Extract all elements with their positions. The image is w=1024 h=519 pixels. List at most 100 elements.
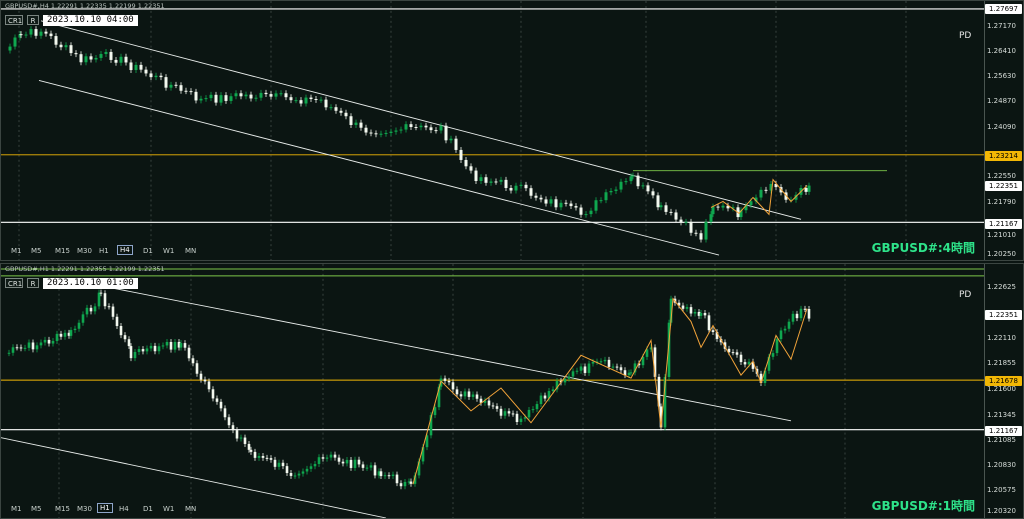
candle-body — [265, 457, 269, 459]
candle-body — [503, 411, 507, 416]
candle-body — [214, 94, 218, 103]
candle-body — [59, 44, 63, 48]
timeframe-m30[interactable]: M30 — [75, 247, 94, 255]
candle-body — [674, 212, 678, 220]
candle-body — [594, 200, 598, 211]
candle-body — [339, 110, 343, 113]
candle-body — [514, 185, 518, 191]
h1-r-button[interactable]: R — [27, 278, 39, 288]
timeframe-m5[interactable]: M5 — [29, 247, 44, 255]
h4-tick: 1.24090 — [987, 123, 1016, 131]
candle-body — [569, 203, 573, 207]
candle-body — [247, 443, 251, 450]
h4-r-button[interactable]: R — [27, 15, 39, 25]
candle-body — [309, 466, 313, 469]
timeframe-h4[interactable]: H4 — [117, 505, 131, 513]
candle-body — [195, 363, 199, 374]
candle-body — [459, 394, 463, 397]
candle-body — [699, 313, 703, 316]
candle-body — [484, 177, 488, 183]
candle-body — [211, 389, 215, 399]
candle-body — [495, 406, 499, 409]
h1-tick: 1.21345 — [987, 411, 1016, 419]
timeframe-m15[interactable]: M15 — [53, 247, 72, 255]
candle-body — [24, 34, 28, 36]
candle-body — [333, 454, 337, 458]
candle-body — [279, 93, 283, 95]
h1-symbol-header: GBPUSD#,H1 1.22291 1.22355 1.22199 1.223… — [5, 265, 165, 273]
candle-body — [341, 461, 345, 464]
candle-body — [395, 474, 399, 484]
candle-body — [379, 133, 383, 135]
candle-body — [464, 159, 468, 167]
candle-body — [563, 378, 567, 383]
candle-body — [183, 343, 187, 348]
candle-body — [161, 345, 165, 347]
timeframe-mn[interactable]: MN — [183, 247, 198, 255]
candle-body — [231, 425, 235, 431]
candle-body — [379, 471, 383, 477]
candle-body — [257, 455, 261, 458]
candle-body — [429, 127, 433, 131]
candle-body — [474, 170, 478, 182]
candle-body — [299, 100, 303, 104]
timeframe-w1[interactable]: W1 — [161, 247, 176, 255]
candle-body — [344, 112, 348, 117]
candle-body — [164, 77, 168, 88]
h1-cr-button[interactable]: CR1 — [5, 278, 23, 288]
candle-body — [227, 417, 231, 426]
h4-chart-pane[interactable]: GBPUSD#,H4 1.22291 1.22335 1.22199 1.223… — [0, 0, 1024, 261]
candle-body — [103, 293, 107, 307]
candle-body — [8, 46, 12, 51]
candle-body — [184, 90, 188, 92]
candle-body — [191, 358, 195, 364]
candle-body — [487, 400, 491, 406]
timeframe-m5[interactable]: M5 — [29, 505, 44, 513]
candle-body — [527, 409, 531, 418]
h4-price-plot[interactable] — [1, 1, 987, 260]
timeframe-m1[interactable]: M1 — [9, 505, 24, 513]
candle-body — [39, 342, 43, 346]
candle-body — [519, 184, 523, 186]
candle-body — [759, 189, 763, 198]
timeframe-d1[interactable]: D1 — [141, 505, 155, 513]
candle-body — [165, 341, 169, 346]
candle-body — [235, 430, 239, 439]
candle-body — [29, 29, 33, 35]
timeframe-w1[interactable]: W1 — [161, 505, 176, 513]
candle-body — [399, 483, 403, 487]
h4-chart-caption: GBPUSD#:4時間 — [871, 241, 975, 255]
timeframe-h1[interactable]: H1 — [97, 247, 111, 255]
h4-cr-button[interactable]: CR1 — [5, 15, 23, 25]
timeframe-m15[interactable]: M15 — [53, 505, 72, 513]
candle-body — [791, 313, 795, 322]
timeframe-h4[interactable]: H4 — [117, 245, 133, 255]
h4-tag-support: 1.21167 — [985, 219, 1022, 229]
h4-pd-label: PD — [959, 31, 972, 41]
candle-body — [539, 197, 543, 200]
h4-date-label: 2023.10.10 04:00 — [43, 15, 138, 26]
candle-body — [567, 376, 571, 379]
candle-body — [564, 202, 568, 204]
h1-chart-caption: GBPUSD#:1時間 — [871, 499, 975, 513]
candle-body — [604, 192, 608, 201]
candle-body — [69, 330, 73, 336]
candle-body — [317, 457, 321, 464]
timeframe-m30[interactable]: M30 — [75, 505, 94, 513]
candle-body — [361, 464, 365, 468]
candle-body — [7, 352, 11, 354]
candle-body — [34, 29, 38, 36]
candle-body — [559, 202, 563, 208]
h1-price-plot[interactable] — [1, 264, 987, 518]
timeframe-d1[interactable]: D1 — [141, 247, 155, 255]
h1-chart-pane[interactable]: GBPUSD#,H1 1.22291 1.22355 1.22199 1.223… — [0, 263, 1024, 519]
timeframe-h1[interactable]: H1 — [97, 503, 113, 513]
candle-body — [207, 381, 211, 390]
candle-body — [133, 351, 137, 359]
candle-body — [259, 92, 263, 98]
candle-body — [399, 129, 403, 131]
timeframe-mn[interactable]: MN — [183, 505, 198, 513]
candle-body — [145, 348, 149, 352]
candle-body — [43, 339, 47, 343]
timeframe-m1[interactable]: M1 — [9, 247, 24, 255]
